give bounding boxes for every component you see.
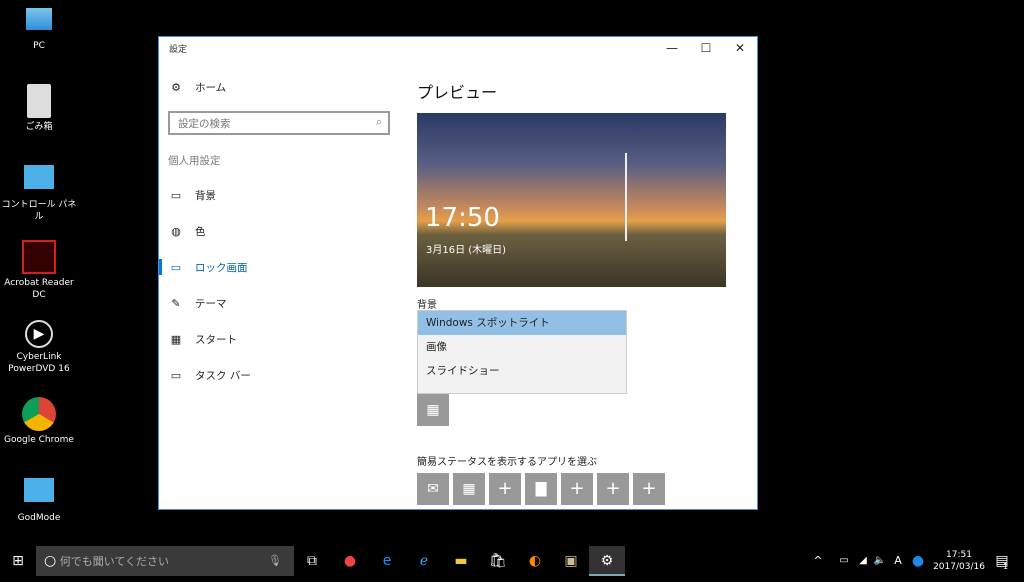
desktop-icon-recycle-bin[interactable]: ごみ箱 bbox=[0, 84, 78, 133]
settings-window: 設定 — ☐ ✕ ⚙ ホーム 設定の検索 ⌕ 個人用設定 ▭ 背景 ◍ 色 ▭ ロック画面… bbox=[158, 36, 758, 510]
page-title: プレビュー bbox=[417, 83, 498, 102]
internet-explorer-icon[interactable]: ℯ bbox=[406, 546, 442, 576]
close-button[interactable]: ✕ bbox=[723, 37, 757, 59]
preview-date: 3月16日 (木曜日) bbox=[426, 245, 507, 256]
mail-icon: ✉ bbox=[427, 481, 439, 497]
theme-icon: ✎ bbox=[171, 297, 181, 310]
minimize-button[interactable]: — bbox=[655, 37, 689, 59]
onedrive-icon[interactable]: ● bbox=[908, 546, 928, 576]
quick-tile-mail[interactable]: ✉ bbox=[417, 473, 449, 505]
app-icon-2[interactable]: ▣ bbox=[553, 546, 589, 576]
sidebar-item-color[interactable]: ◍ 色 bbox=[169, 224, 205, 239]
powerdvd-icon: ▶ bbox=[25, 320, 53, 348]
edge-icon[interactable]: e bbox=[369, 546, 405, 576]
desktop-icon-powerdvd[interactable]: ▶ CyberLink PowerDVD 16 bbox=[0, 320, 78, 375]
cortana-search[interactable]: ○ 何でも聞いてください 🎙 bbox=[36, 546, 294, 576]
window-title: 設定 bbox=[169, 44, 188, 55]
start-icon: ▦ bbox=[170, 333, 182, 346]
taskbar: ⊞ ○ 何でも聞いてください 🎙 ⧉ ● e ℯ ▬ 🛍 ◐ ▣ ⚙ ^ ▭ ◢ … bbox=[0, 546, 1024, 576]
sidebar-item-theme[interactable]: ✎ テーマ bbox=[169, 296, 226, 311]
ime-indicator[interactable]: A bbox=[890, 546, 906, 576]
acrobat-icon bbox=[22, 240, 56, 274]
sidebar-item-taskbar[interactable]: ▭ タスク バー bbox=[169, 368, 251, 383]
microphone-icon: 🎙 bbox=[268, 554, 282, 567]
search-input[interactable]: 設定の検索 ⌕ bbox=[168, 111, 390, 135]
quick-tile-add[interactable]: + bbox=[489, 473, 521, 505]
battery-icon[interactable]: ▭ bbox=[835, 546, 853, 576]
quick-tile-add[interactable]: + bbox=[597, 473, 629, 505]
app-icon[interactable]: ◐ bbox=[517, 546, 553, 576]
desktop-icon-pc[interactable]: PC bbox=[0, 8, 78, 52]
gear-icon: ⚙ bbox=[171, 81, 181, 94]
image-icon: ▭ bbox=[170, 189, 182, 202]
clock[interactable]: 17:51 2017/03/16 bbox=[930, 549, 988, 573]
task-view-button[interactable]: ⧉ bbox=[294, 546, 330, 576]
quick-tile-add[interactable]: + bbox=[561, 473, 593, 505]
wind-turbine bbox=[625, 153, 627, 241]
section-heading: 個人用設定 bbox=[168, 155, 221, 167]
background-label: 背景 bbox=[417, 300, 437, 311]
pc-icon bbox=[26, 8, 52, 30]
quick-tile-add[interactable]: + bbox=[633, 473, 665, 505]
dropdown-option[interactable]: Windows スポットライト bbox=[418, 311, 626, 335]
recycle-bin-icon bbox=[27, 84, 51, 118]
palette-icon: ◍ bbox=[171, 225, 181, 238]
calendar-tile[interactable]: ▦ bbox=[417, 394, 449, 426]
sidebar-item-background[interactable]: ▭ 背景 bbox=[169, 188, 216, 203]
sidebar-item-lock-screen[interactable]: ▭ ロック画面 bbox=[169, 260, 248, 275]
dropdown-option[interactable]: スライドショー bbox=[418, 359, 626, 383]
sidebar-item-start[interactable]: ▦ スタート bbox=[169, 332, 237, 347]
taskbar-icon: ▭ bbox=[170, 369, 182, 382]
chrome-taskbar-icon[interactable]: ● bbox=[332, 546, 368, 576]
background-dropdown[interactable]: Windows スポットライト 画像 スライドショー bbox=[417, 310, 627, 394]
desktop-icon-godmode[interactable]: GodMode bbox=[0, 478, 78, 524]
quick-tile-calendar[interactable]: ▦ bbox=[453, 473, 485, 505]
store-icon[interactable]: 🛍 bbox=[480, 546, 516, 576]
action-center-icon[interactable]: ▤ 1 bbox=[990, 546, 1014, 576]
message-icon: ▇ bbox=[535, 481, 547, 497]
calendar-icon: ▦ bbox=[462, 481, 476, 497]
quick-status-label: 簡易ステータスを表示するアプリを選ぶ bbox=[417, 457, 597, 468]
wifi-icon[interactable]: ◢ bbox=[854, 546, 872, 576]
chrome-icon bbox=[22, 397, 56, 431]
sidebar-home[interactable]: ⚙ ホーム bbox=[169, 80, 226, 95]
desktop-icon-acrobat[interactable]: Acrobat Reader DC bbox=[0, 240, 78, 301]
control-panel-icon bbox=[24, 165, 54, 189]
quick-tile-message[interactable]: ▇ bbox=[525, 473, 557, 505]
dropdown-option[interactable]: 画像 bbox=[418, 335, 626, 359]
desktop-icon-control-panel[interactable]: コントロール パネル bbox=[0, 165, 78, 223]
desktop-icon-chrome[interactable]: Google Chrome bbox=[0, 397, 78, 446]
lock-screen-icon: ▭ bbox=[170, 261, 182, 274]
settings-taskbar-icon[interactable]: ⚙ bbox=[589, 546, 625, 576]
lock-screen-preview: 17:50 3月16日 (木曜日) bbox=[417, 113, 726, 287]
control-panel-icon bbox=[24, 478, 54, 502]
start-button[interactable]: ⊞ bbox=[0, 546, 36, 576]
show-hidden-icons[interactable]: ^ bbox=[808, 546, 828, 576]
file-explorer-icon[interactable]: ▬ bbox=[443, 546, 479, 576]
maximize-button[interactable]: ☐ bbox=[689, 37, 723, 59]
active-indicator bbox=[159, 259, 162, 275]
search-icon: ⌕ bbox=[376, 116, 382, 128]
volume-icon[interactable]: 🔈 bbox=[871, 546, 889, 576]
cortana-icon: ○ bbox=[44, 553, 57, 569]
preview-time: 17:50 bbox=[425, 203, 500, 233]
calendar-icon: ▦ bbox=[426, 402, 440, 418]
